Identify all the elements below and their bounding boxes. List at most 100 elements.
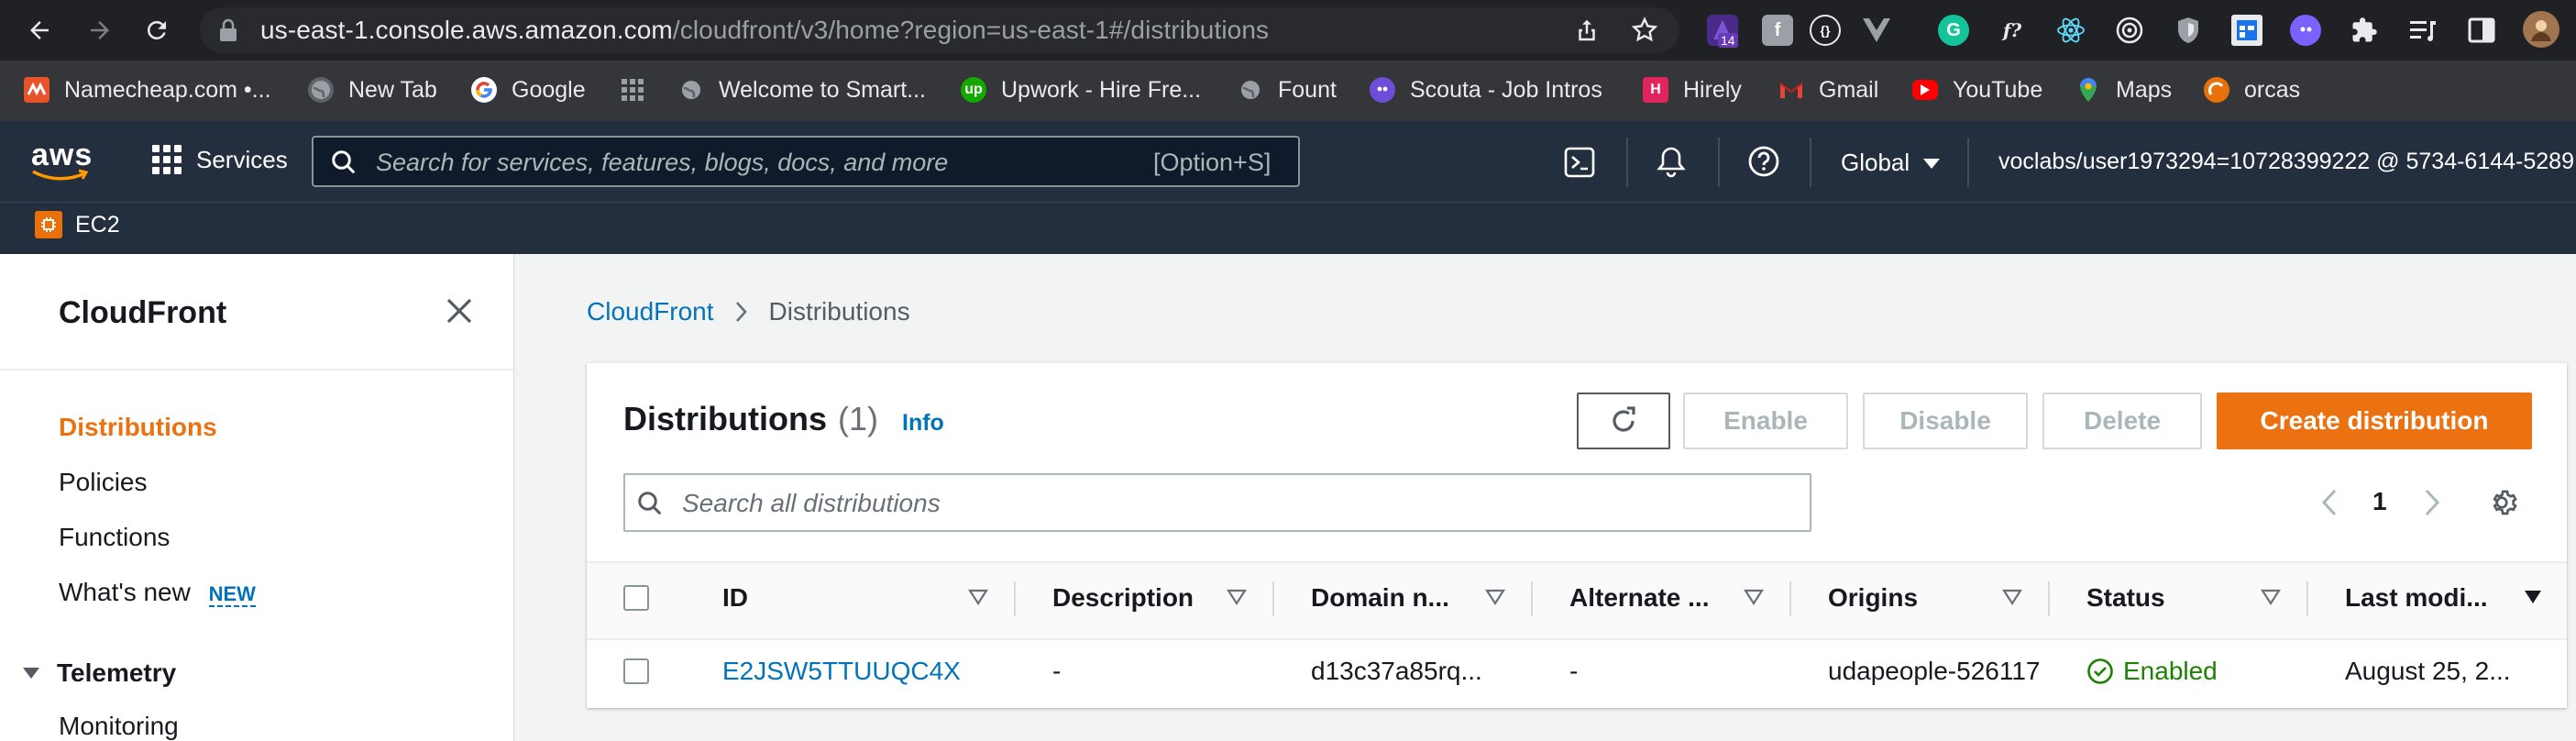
reload-button[interactable] xyxy=(139,13,174,48)
help-icon[interactable] xyxy=(1747,145,1780,178)
column-header-origins[interactable]: Origins xyxy=(1828,583,1918,613)
globe-icon xyxy=(678,77,704,103)
profile-avatar[interactable] xyxy=(2523,11,2559,48)
new-badge: NEW xyxy=(208,582,256,607)
column-divider xyxy=(2048,581,2050,616)
sidebar-section-label: Telemetry xyxy=(57,658,177,687)
close-icon[interactable] xyxy=(446,297,473,325)
notifications-bell-icon[interactable] xyxy=(1656,145,1687,178)
url-text[interactable]: us-east-1.console.aws.amazon.com/cloudfr… xyxy=(260,16,1269,45)
status-check-icon xyxy=(2087,658,2113,684)
bookmark-star-icon[interactable] xyxy=(1630,16,1659,45)
extension-vue-icon[interactable] xyxy=(1861,15,1892,46)
cell-domain: d13c37a85rq... xyxy=(1311,657,1482,685)
sidebar-section-telemetry[interactable]: Telemetry xyxy=(22,658,176,688)
extensions-puzzle-icon[interactable] xyxy=(2349,15,2380,46)
breadcrumb: CloudFront Distributions xyxy=(587,297,910,326)
extension-grammarly-icon[interactable]: G xyxy=(1938,15,1969,46)
bookmark-hirely[interactable]: H Hirely xyxy=(1643,73,1742,106)
extension-json-icon[interactable]: {} xyxy=(1810,15,1841,46)
bookmark-welcome[interactable]: Welcome to Smart... xyxy=(678,73,926,106)
sort-icon xyxy=(1227,589,1247,606)
account-menu[interactable]: voclabs/user1973294=10728399222 @ 5734-6… xyxy=(1998,149,2574,175)
aws-logo[interactable]: aws xyxy=(31,139,93,182)
cell-last-modified: August 25, 2... xyxy=(2345,657,2511,685)
search-icon xyxy=(330,149,358,176)
column-divider xyxy=(1789,581,1791,616)
column-header-domain[interactable]: Domain n... xyxy=(1311,583,1449,613)
sort-icon xyxy=(2261,589,2281,606)
divider xyxy=(1967,138,1969,187)
bookmark-label: YouTube xyxy=(1953,76,2043,103)
refresh-button[interactable] xyxy=(1577,393,1670,449)
bookmark-google[interactable]: Google xyxy=(471,73,586,106)
bookmark-orcas[interactable]: orcas xyxy=(2204,73,2300,106)
extension-formula-icon[interactable]: f? xyxy=(1997,15,2028,46)
arrow-left-icon xyxy=(30,21,49,39)
back-button[interactable] xyxy=(22,13,57,48)
disable-button[interactable]: Disable xyxy=(1863,393,2028,449)
info-link[interactable]: Info xyxy=(902,410,944,437)
caret-down-icon xyxy=(1923,158,1941,169)
select-all-checkbox[interactable] xyxy=(623,585,649,611)
bookmark-fount[interactable]: Fount xyxy=(1238,73,1337,106)
lock-icon[interactable] xyxy=(218,18,238,42)
bookmark-gmail[interactable]: Gmail xyxy=(1778,73,1878,106)
reading-list-icon[interactable] xyxy=(2407,15,2438,46)
cell-origins: udapeople-526117 xyxy=(1828,657,2041,685)
forward-button[interactable] xyxy=(83,13,117,48)
column-header-last-modified[interactable]: Last modi... xyxy=(2345,583,2488,613)
row-checkbox[interactable] xyxy=(623,658,649,684)
chevron-right-icon xyxy=(735,302,747,322)
delete-button[interactable]: Delete xyxy=(2042,393,2202,449)
extension-shield-icon[interactable] xyxy=(2173,15,2204,46)
sort-icon xyxy=(1485,589,1505,606)
prev-page-icon[interactable] xyxy=(2319,488,2339,517)
extension-react-icon[interactable] xyxy=(2055,15,2086,46)
bookmark-upwork[interactable]: up Upwork - Hire Fre... xyxy=(961,73,1201,106)
page-number[interactable]: 1 xyxy=(2372,487,2387,516)
bookmark-youtube[interactable]: YouTube xyxy=(1912,73,2042,106)
breadcrumb-cloudfront[interactable]: CloudFront xyxy=(587,297,714,326)
bookmark-namecheap[interactable]: Namecheap.com •... xyxy=(24,73,271,106)
favorite-ec2[interactable]: EC2 xyxy=(35,211,120,238)
column-header-description[interactable]: Description xyxy=(1052,583,1194,613)
aws-search-placeholder[interactable]: Search for services, features, blogs, do… xyxy=(376,149,948,177)
enable-button[interactable]: Enable xyxy=(1683,393,1848,449)
upwork-icon: up xyxy=(961,77,986,103)
bookmark-label: Gmail xyxy=(1819,76,1879,103)
services-menu[interactable]: Services xyxy=(152,145,288,174)
sort-icon xyxy=(968,589,988,606)
bookmark-maps[interactable]: Maps xyxy=(2075,73,2172,106)
extension-calendar-icon[interactable] xyxy=(2231,15,2262,46)
sidebar-item-whats-new[interactable]: What's new NEW xyxy=(59,578,256,607)
settings-gear-icon[interactable] xyxy=(2488,486,2521,519)
sidebar-item-monitoring[interactable]: Monitoring xyxy=(59,712,179,741)
extension-ghost-icon[interactable] xyxy=(2290,15,2321,46)
cell-alternate: - xyxy=(1569,657,1579,685)
bookmark-scouta[interactable]: Scouta - Job Intros xyxy=(1370,73,1602,106)
bookmark-label: Namecheap.com •... xyxy=(64,76,271,103)
side-panel-icon[interactable] xyxy=(2466,15,2497,46)
bookmark-apps[interactable] xyxy=(620,73,660,106)
cloudshell-icon[interactable] xyxy=(1564,147,1595,178)
extension-target-icon[interactable] xyxy=(2114,15,2145,46)
column-divider xyxy=(1272,581,1274,616)
sidebar-item-policies[interactable]: Policies xyxy=(59,468,147,497)
bookmark-new-tab[interactable]: New Tab xyxy=(308,73,437,106)
bookmark-label: Scouta - Job Intros xyxy=(1410,76,1602,103)
next-page-icon[interactable] xyxy=(2422,488,2442,517)
sidebar-item-distributions[interactable]: Distributions xyxy=(59,413,217,442)
sidebar-item-functions[interactable]: Functions xyxy=(59,523,170,552)
create-distribution-button[interactable]: Create distribution xyxy=(2217,393,2532,449)
region-selector[interactable]: Global xyxy=(1841,149,1941,177)
column-header-alternate[interactable]: Alternate ... xyxy=(1569,583,1709,613)
column-header-id[interactable]: ID xyxy=(722,583,748,613)
distribution-id-link[interactable]: E2JSW5TTUUQC4X xyxy=(722,657,961,686)
bookmark-label: Upwork - Hire Fre... xyxy=(1001,76,1202,103)
column-header-status[interactable]: Status xyxy=(2086,583,2165,613)
cell-description: - xyxy=(1052,657,1062,685)
share-icon[interactable] xyxy=(1573,17,1601,44)
divider xyxy=(1626,138,1628,187)
extension-facebook-icon[interactable]: f xyxy=(1762,15,1793,46)
